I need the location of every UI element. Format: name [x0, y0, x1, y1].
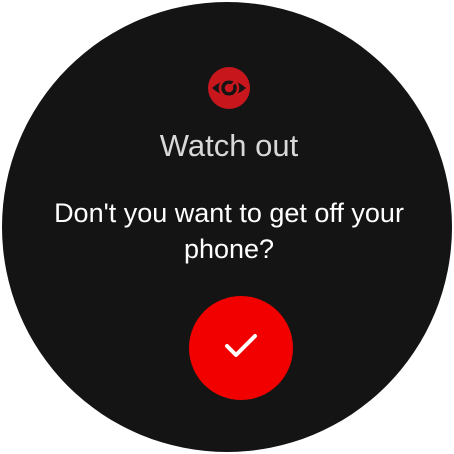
dialog-message: Don't you want to get off your phone? [54, 198, 404, 264]
checkmark-icon [225, 334, 257, 357]
confirm-button[interactable] [189, 296, 293, 400]
eye-target-icon [207, 66, 251, 110]
watch-screen: Watch out Don't you want to get off your… [2, 2, 452, 452]
dialog-title: Watch out [159, 128, 299, 163]
